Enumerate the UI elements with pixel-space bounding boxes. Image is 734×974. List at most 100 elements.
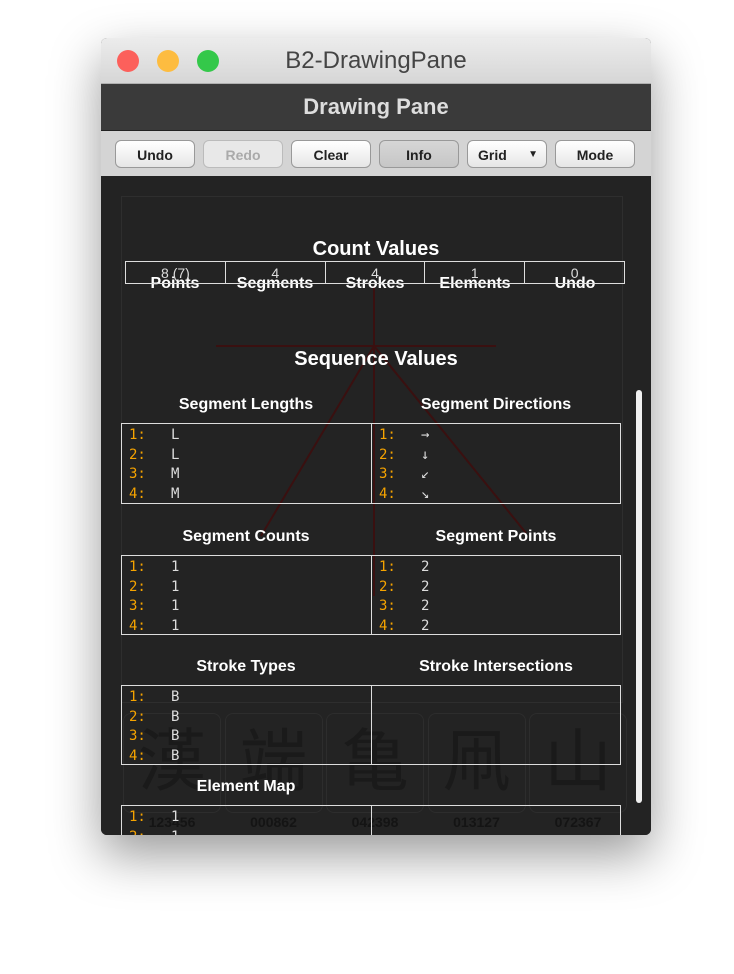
- sequence-row: 3: B: [129, 728, 179, 747]
- sequence-heading: Segment Directions: [420, 396, 572, 413]
- count-value: 1: [424, 261, 526, 284]
- sequence-row: 4: M: [129, 486, 179, 505]
- row-value: 2: [421, 617, 430, 634]
- row-value: 1: [171, 617, 180, 634]
- row-index: 3:: [379, 598, 396, 614]
- sequence-row: 1: L: [129, 427, 179, 446]
- sequence-table: 1:12:13:1: [121, 805, 621, 835]
- pane-header: Drawing Pane: [101, 84, 651, 131]
- sequence-row: 1: B: [129, 689, 179, 708]
- sequence-row: 2: L: [129, 447, 179, 466]
- sequence-table: 1: L 2: L 3: M 4: M 1: → 2: ↓ 3: ↙ 4: ↘: [121, 423, 621, 504]
- row-value: →: [421, 427, 430, 443]
- count-value: 8 (7): [125, 261, 226, 284]
- sequence-heading: Segment Lengths: [178, 396, 314, 413]
- row-value: 2: [421, 598, 430, 614]
- sequence-row: 3: M: [129, 466, 179, 485]
- sequence-table: 1: B 2: B 3: B 4: B: [121, 685, 621, 765]
- sequence-row: 4: B: [129, 748, 179, 767]
- row-value: 1: [171, 559, 180, 575]
- sequence-row: 2: B: [129, 709, 179, 728]
- sequence-row: 1: 2: [379, 559, 429, 578]
- row-value: B: [171, 747, 180, 764]
- count-table: 8 (7) 4 4 1 0: [125, 261, 625, 284]
- row-index: 1:: [379, 559, 396, 575]
- sequence-heading: Element Map: [196, 778, 296, 795]
- count-value: 0: [524, 261, 625, 284]
- row-index: 1:: [129, 427, 146, 443]
- count-value: 4: [224, 261, 326, 284]
- divider: [371, 686, 372, 764]
- info-panel: 漢 123456 端 000862 亀 042398 凧 013127 山 072367 Coun…: [101, 176, 651, 835]
- row-value: M: [171, 466, 180, 482]
- grid-dropdown[interactable]: Grid ▼: [467, 140, 547, 168]
- redo-button[interactable]: Redo: [203, 140, 283, 168]
- sequence-row: 1: →: [379, 427, 429, 446]
- sequence-heading: Stroke Intersections: [419, 658, 573, 675]
- count-value: 4: [324, 261, 426, 284]
- window: B2-DrawingPane Drawing Pane Undo Redo Cl…: [101, 38, 651, 835]
- sequence-row: 2: ↓: [379, 447, 429, 466]
- row-index: 2:: [129, 708, 146, 725]
- row-index: 3:: [129, 728, 146, 744]
- row-value: ↘: [421, 485, 430, 502]
- row-index: 4:: [379, 485, 396, 502]
- row-value: 1: [171, 809, 180, 825]
- row-value: 1: [171, 829, 179, 836]
- row-index: 2:: [129, 446, 146, 463]
- row-index: 2:: [129, 829, 171, 836]
- sequence-heading: Stroke Types: [196, 658, 296, 675]
- sequence-heading: Segment Counts: [182, 528, 310, 545]
- divider: [371, 806, 372, 835]
- count-values-title: Count Values: [312, 238, 440, 260]
- row-value: 2: [421, 578, 430, 595]
- row-index: 1:: [129, 689, 146, 705]
- title-bar: B2-DrawingPane: [101, 38, 651, 84]
- sequence-row: 4: 2: [379, 618, 429, 637]
- sequence-row: 1: 1: [129, 809, 179, 828]
- row-value: B: [171, 689, 180, 705]
- sequence-row: 4: ↘: [379, 486, 429, 505]
- row-value: ↓: [421, 446, 430, 463]
- clear-button[interactable]: Clear: [291, 140, 371, 168]
- sequence-heading: Segment Points: [435, 528, 557, 545]
- row-index: 3:: [129, 466, 146, 482]
- sequence-row: 4: 1: [129, 618, 179, 637]
- sequence-row: 1: 1: [129, 559, 179, 578]
- divider: [371, 556, 372, 634]
- row-value: 1: [171, 578, 180, 595]
- row-index: 3:: [129, 598, 146, 614]
- window-title: B2-DrawingPane: [285, 47, 467, 74]
- row-index: 4:: [379, 617, 396, 634]
- row-value: L: [171, 427, 180, 443]
- row-value: M: [171, 485, 180, 502]
- chevron-down-icon: ▼: [528, 149, 538, 160]
- sequence-row: 2: 2: [379, 579, 429, 598]
- row-index: 4:: [129, 485, 146, 502]
- mode-button[interactable]: Mode: [555, 140, 635, 168]
- divider: [371, 424, 372, 503]
- sequence-row: 3: 1: [129, 598, 179, 617]
- row-index: 3:: [379, 466, 396, 482]
- row-index: 2:: [129, 578, 146, 595]
- row-index: 2:: [379, 446, 396, 463]
- row-value: B: [171, 728, 180, 744]
- sequence-row: 3: 2: [379, 598, 429, 617]
- row-value: B: [171, 708, 180, 725]
- grid-label: Grid: [478, 147, 507, 163]
- undo-button[interactable]: Undo: [115, 140, 195, 168]
- info-button[interactable]: Info: [379, 140, 459, 168]
- row-index: 1:: [129, 559, 146, 575]
- row-index: 4:: [129, 617, 146, 634]
- row-value: 2: [421, 559, 430, 575]
- row-index: 1:: [379, 427, 396, 443]
- row-index: 1:: [129, 809, 146, 825]
- row-value: L: [171, 446, 180, 463]
- row-value: 1: [171, 598, 180, 614]
- sequence-row: 2:1: [129, 829, 179, 836]
- sequence-table: 1: 1 2: 1 3: 1 4: 1 1: 2 2: 2 3: 2 4: 2: [121, 555, 621, 635]
- row-value: ↙: [421, 466, 430, 482]
- row-index: 2:: [379, 578, 396, 595]
- row-index: 4:: [129, 747, 146, 764]
- scrollbar[interactable]: [636, 390, 642, 803]
